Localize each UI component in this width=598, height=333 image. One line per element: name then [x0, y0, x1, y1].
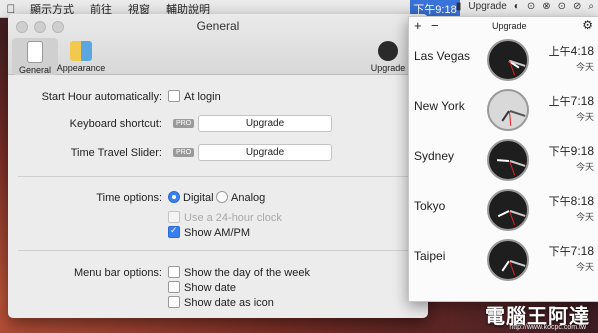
radio[interactable]: [216, 191, 228, 204]
time-travel-label: Time Travel Slider:: [70, 147, 162, 159]
start-hour-label: Start Hour automatically:: [41, 91, 162, 103]
panel-upgrade-link[interactable]: Upgrade: [492, 21, 527, 31]
show-day-label: Show the day of the week: [184, 267, 310, 279]
show-date-icon-label: Show date as icon: [184, 297, 274, 309]
window-titlebar: General General Appearance Upgrade: [8, 14, 428, 75]
watermark-url: http://www.kocpc.com.tw: [509, 324, 586, 331]
keyboard-shortcut-label: Keyboard shortcut:: [69, 118, 162, 130]
city-name: Tokyo: [414, 199, 446, 213]
checkbox: [168, 211, 180, 224]
radio[interactable]: [168, 191, 180, 204]
remove-city-button[interactable]: −: [431, 18, 439, 33]
analog-clock-icon: [487, 139, 529, 181]
city-row-sydney[interactable]: Sydney 下午9:18 今天: [409, 135, 598, 185]
at-login-label: At login: [184, 91, 221, 103]
time-travel-upgrade-button[interactable]: Upgrade: [198, 144, 332, 161]
show-ampm-checkbox[interactable]: Show AM/PM: [168, 225, 251, 239]
at-login-checkbox[interactable]: At login: [168, 90, 221, 103]
city-row-tokyo[interactable]: Tokyo 下午8:18 今天: [409, 185, 598, 235]
checkbox[interactable]: [168, 90, 180, 103]
tray-upgrade[interactable]: Upgrade: [468, 1, 506, 12]
keyboard-upgrade-button[interactable]: Upgrade: [198, 115, 332, 132]
analog-radio[interactable]: Analog: [216, 191, 266, 204]
show-date-checkbox[interactable]: Show date: [168, 281, 236, 294]
world-clock-panel: + − Upgrade ⚙ Las Vegas 上午4:18 今天 New Yo…: [408, 16, 598, 302]
tray-icon-6[interactable]: ⊘: [573, 1, 581, 12]
use-24h-checkbox: Use a 24-hour clock: [168, 211, 282, 224]
divider: [18, 250, 418, 251]
tray-icon-4[interactable]: ⊗: [542, 1, 550, 12]
show-date-label: Show date: [184, 282, 236, 294]
city-row-taipei[interactable]: Taipei 下午7:18 今天: [409, 235, 598, 285]
pro-badge: PRO: [173, 148, 195, 157]
preferences-window: General General Appearance Upgrade Start…: [8, 14, 428, 318]
show-ampm-label: Show AM/PM: [184, 227, 251, 239]
city-row-new-york[interactable]: New York 上午7:18 今天: [409, 85, 598, 135]
show-day-checkbox[interactable]: Show the day of the week: [168, 266, 310, 279]
city-time: 下午7:18: [548, 244, 594, 258]
add-city-button[interactable]: +: [414, 18, 422, 33]
tab-upgrade[interactable]: Upgrade: [368, 38, 408, 75]
city-row-las-vegas[interactable]: Las Vegas 上午4:18 今天: [409, 35, 598, 85]
tab-appearance-label: Appearance: [56, 63, 106, 73]
digital-label: Digital: [183, 192, 214, 204]
city-day: 今天: [575, 262, 594, 272]
masks-icon: [70, 41, 92, 61]
city-name: New York: [414, 99, 465, 113]
city-name: Sydney: [414, 149, 455, 163]
tray-icon-5[interactable]: ⊙: [558, 1, 566, 12]
city-day: 今天: [575, 212, 594, 222]
gear-icon[interactable]: ⚙: [582, 18, 593, 32]
panel-header: + − Upgrade ⚙: [409, 17, 598, 35]
city-day: 今天: [575, 162, 594, 172]
city-day: 今天: [575, 62, 594, 72]
tray-icon-3[interactable]: ⊙: [527, 1, 535, 12]
checkbox[interactable]: [168, 225, 180, 239]
tab-upgrade-label: Upgrade: [370, 63, 406, 73]
menu-bar-options-label: Menu bar options:: [73, 267, 162, 279]
show-date-icon-checkbox[interactable]: Show date as icon: [168, 296, 274, 309]
checkbox[interactable]: [168, 296, 180, 309]
status-tray: ▮ Upgrade ◐ ⊙ ⊗ ⊙ ⊘ ⌕: [456, 1, 594, 12]
divider: [18, 176, 418, 177]
digital-radio[interactable]: Digital: [168, 191, 214, 204]
city-time: 上午4:18: [548, 44, 594, 58]
analog-clock-icon: [487, 89, 529, 131]
phone-icon: [27, 41, 43, 63]
city-day: 今天: [575, 112, 594, 122]
analog-clock-icon: [487, 239, 529, 281]
analog-label: Analog: [231, 192, 266, 204]
pro-badge: PRO: [173, 119, 195, 128]
tab-appearance[interactable]: Appearance: [52, 38, 110, 75]
city-time: 上午7:18: [548, 94, 594, 108]
tab-general-label: General: [18, 65, 52, 75]
search-icon[interactable]: ⌕: [588, 1, 594, 12]
analog-clock-icon: [487, 189, 529, 231]
city-name: Taipei: [414, 249, 446, 263]
use-24h-label: Use a 24-hour clock: [184, 212, 282, 224]
city-time: 下午8:18: [548, 194, 594, 208]
analog-clock-icon: [487, 39, 529, 81]
checkbox[interactable]: [168, 281, 180, 294]
tray-icon-2[interactable]: ◐: [514, 1, 520, 12]
checkbox[interactable]: [168, 266, 180, 279]
city-time: 下午9:18: [548, 144, 594, 158]
tray-icon-1[interactable]: ▮: [456, 1, 462, 12]
time-options-label: Time options:: [96, 192, 162, 204]
city-name: Las Vegas: [414, 49, 471, 63]
window-title: General: [196, 19, 240, 33]
clock-icon: [378, 41, 398, 61]
